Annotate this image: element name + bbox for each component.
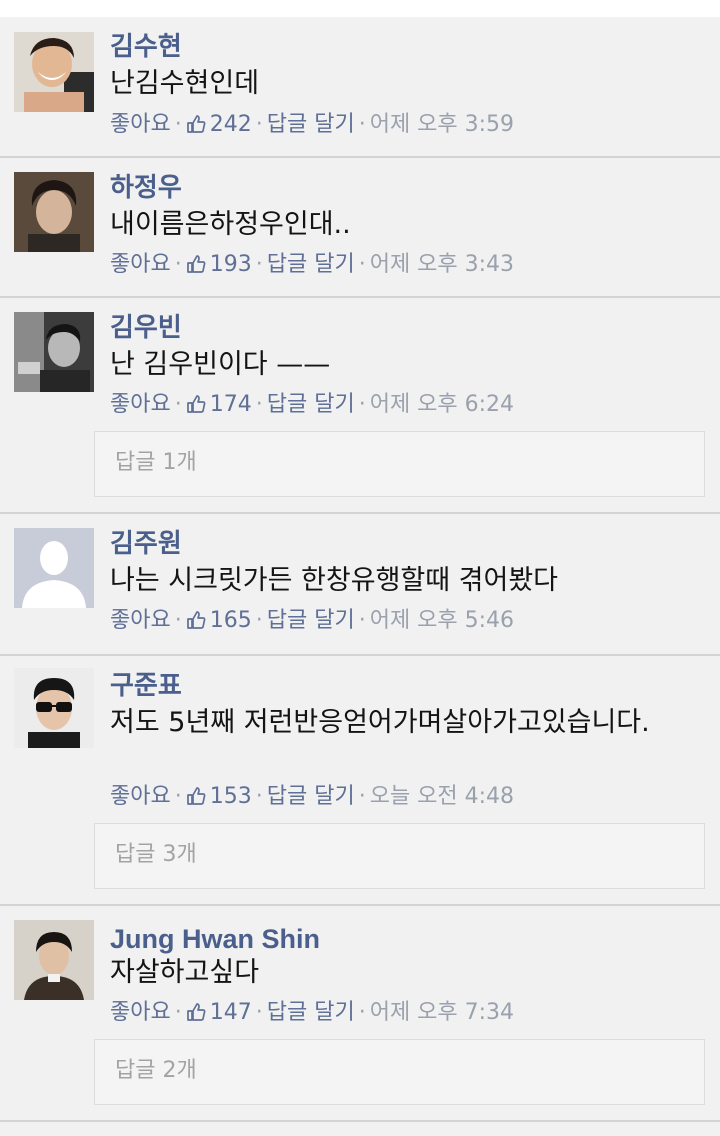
like-count[interactable]: 147 <box>186 999 252 1027</box>
view-replies-button[interactable]: 답글 3개 <box>94 823 705 889</box>
like-count[interactable]: 242 <box>186 111 252 139</box>
commenter-name[interactable]: 김수현 <box>110 32 182 62</box>
timestamp: 어제 오후 3:43 <box>369 252 515 277</box>
thumbs-up-icon <box>186 395 206 413</box>
comment-actions: 좋아요 · 174 · 답글 달기 · 어제 오후 6:24 <box>110 391 515 419</box>
comment-text: 나는 시크릿가든 한창유행할때 겪어봤다 <box>110 565 559 596</box>
divider <box>0 1120 720 1122</box>
like-count[interactable]: 174 <box>186 391 252 419</box>
default-profile-icon <box>14 528 94 608</box>
thumbs-up-icon <box>186 787 206 805</box>
avatar[interactable] <box>14 528 94 608</box>
reply-button[interactable]: 답글 달기 <box>267 391 355 419</box>
comment-text: 난 김우빈이다 —— <box>110 349 331 380</box>
view-replies-button[interactable]: 답글 2개 <box>94 1039 705 1105</box>
commenter-name[interactable]: Jung Hwan Shin <box>110 924 320 954</box>
avatar[interactable] <box>14 172 94 252</box>
thumbs-up-icon <box>186 611 206 629</box>
commenter-name[interactable]: 구준표 <box>110 671 182 701</box>
comment-text: 내이름은하정우인대.. <box>110 209 351 240</box>
comment-item: 구준표 저도 5년째 저런반응얻어가며살아가고있습니다. 좋아요 · 153 · 답글 … <box>0 656 720 904</box>
commenter-name[interactable]: 김우빈 <box>110 313 182 343</box>
avatar[interactable] <box>14 668 94 748</box>
comment-item: 김주원 나는 시크릿가든 한창유행할때 겪어봤다 좋아요 · 165 · 답글 달기 · 어… <box>0 514 720 654</box>
commenter-name[interactable]: 하정우 <box>110 173 182 203</box>
comment-item: 하정우 내이름은하정우인대.. 좋아요 · 193 · 답글 달기 · 어제 오후 3:43 <box>0 158 720 296</box>
like-count[interactable]: 193 <box>186 251 252 279</box>
avatar[interactable] <box>14 312 94 392</box>
like-button[interactable]: 좋아요 <box>110 251 171 279</box>
timestamp: 오늘 오전 4:48 <box>369 784 515 809</box>
like-count[interactable]: 153 <box>186 783 252 811</box>
comment-item: Jung Hwan Shin 자살하고싶다 좋아요 · 147 · 답글 달기 · 어제 오… <box>0 906 720 1120</box>
reply-button[interactable]: 답글 달기 <box>267 251 355 279</box>
like-button[interactable]: 좋아요 <box>110 783 171 811</box>
thumbs-up-icon <box>186 255 206 273</box>
timestamp: 어제 오후 6:24 <box>369 392 515 417</box>
reply-button[interactable]: 답글 달기 <box>267 111 355 139</box>
like-button[interactable]: 좋아요 <box>110 999 171 1027</box>
like-button[interactable]: 좋아요 <box>110 607 171 635</box>
reply-count: 답글 3개 <box>115 842 197 867</box>
avatar[interactable] <box>14 920 94 1000</box>
reply-button[interactable]: 답글 달기 <box>267 783 355 811</box>
comment-actions: 좋아요 · 193 · 답글 달기 · 어제 오후 3:43 <box>110 251 515 279</box>
top-bar <box>0 0 720 17</box>
timestamp: 어제 오후 7:34 <box>369 1000 515 1025</box>
like-count[interactable]: 165 <box>186 607 252 635</box>
comment-item: 김우빈 난 김우빈이다 —— 좋아요 · 174 · 답글 달기 · 어제 오후 6:24 … <box>0 298 720 512</box>
reply-button[interactable]: 답글 달기 <box>267 607 355 635</box>
comment-item: 김수현 난김수현인데 좋아요 · 242 · 답글 달기 · 어제 오후 3:59 <box>0 17 720 156</box>
reply-count: 답글 2개 <box>115 1058 197 1083</box>
comment-actions: 좋아요 · 242 · 답글 달기 · 어제 오후 3:59 <box>110 111 515 139</box>
timestamp: 어제 오후 3:59 <box>369 112 515 137</box>
comment-actions: 좋아요 · 153 · 답글 달기 · 오늘 오전 4:48 <box>110 783 515 811</box>
comment-text: 자살하고싶다 <box>110 957 260 988</box>
commenter-name[interactable]: 김주원 <box>110 529 182 559</box>
thumbs-up-icon <box>186 1003 206 1021</box>
avatar[interactable] <box>14 32 94 112</box>
comment-feed: 김수현 난김수현인데 좋아요 · 242 · 답글 달기 · 어제 오후 3:59 하정우 … <box>0 0 720 1136</box>
comment-text: 저도 5년째 저런반응얻어가며살아가고있습니다. <box>110 707 650 738</box>
reply-button[interactable]: 답글 달기 <box>267 999 355 1027</box>
thumbs-up-icon <box>186 115 206 133</box>
comment-actions: 좋아요 · 165 · 답글 달기 · 어제 오후 5:46 <box>110 607 515 635</box>
timestamp: 어제 오후 5:46 <box>369 608 515 633</box>
reply-count: 답글 1개 <box>115 450 197 475</box>
like-button[interactable]: 좋아요 <box>110 391 171 419</box>
comment-text: 난김수현인데 <box>110 68 260 99</box>
comment-actions: 좋아요 · 147 · 답글 달기 · 어제 오후 7:34 <box>110 999 515 1027</box>
view-replies-button[interactable]: 답글 1개 <box>94 431 705 497</box>
like-button[interactable]: 좋아요 <box>110 111 171 139</box>
